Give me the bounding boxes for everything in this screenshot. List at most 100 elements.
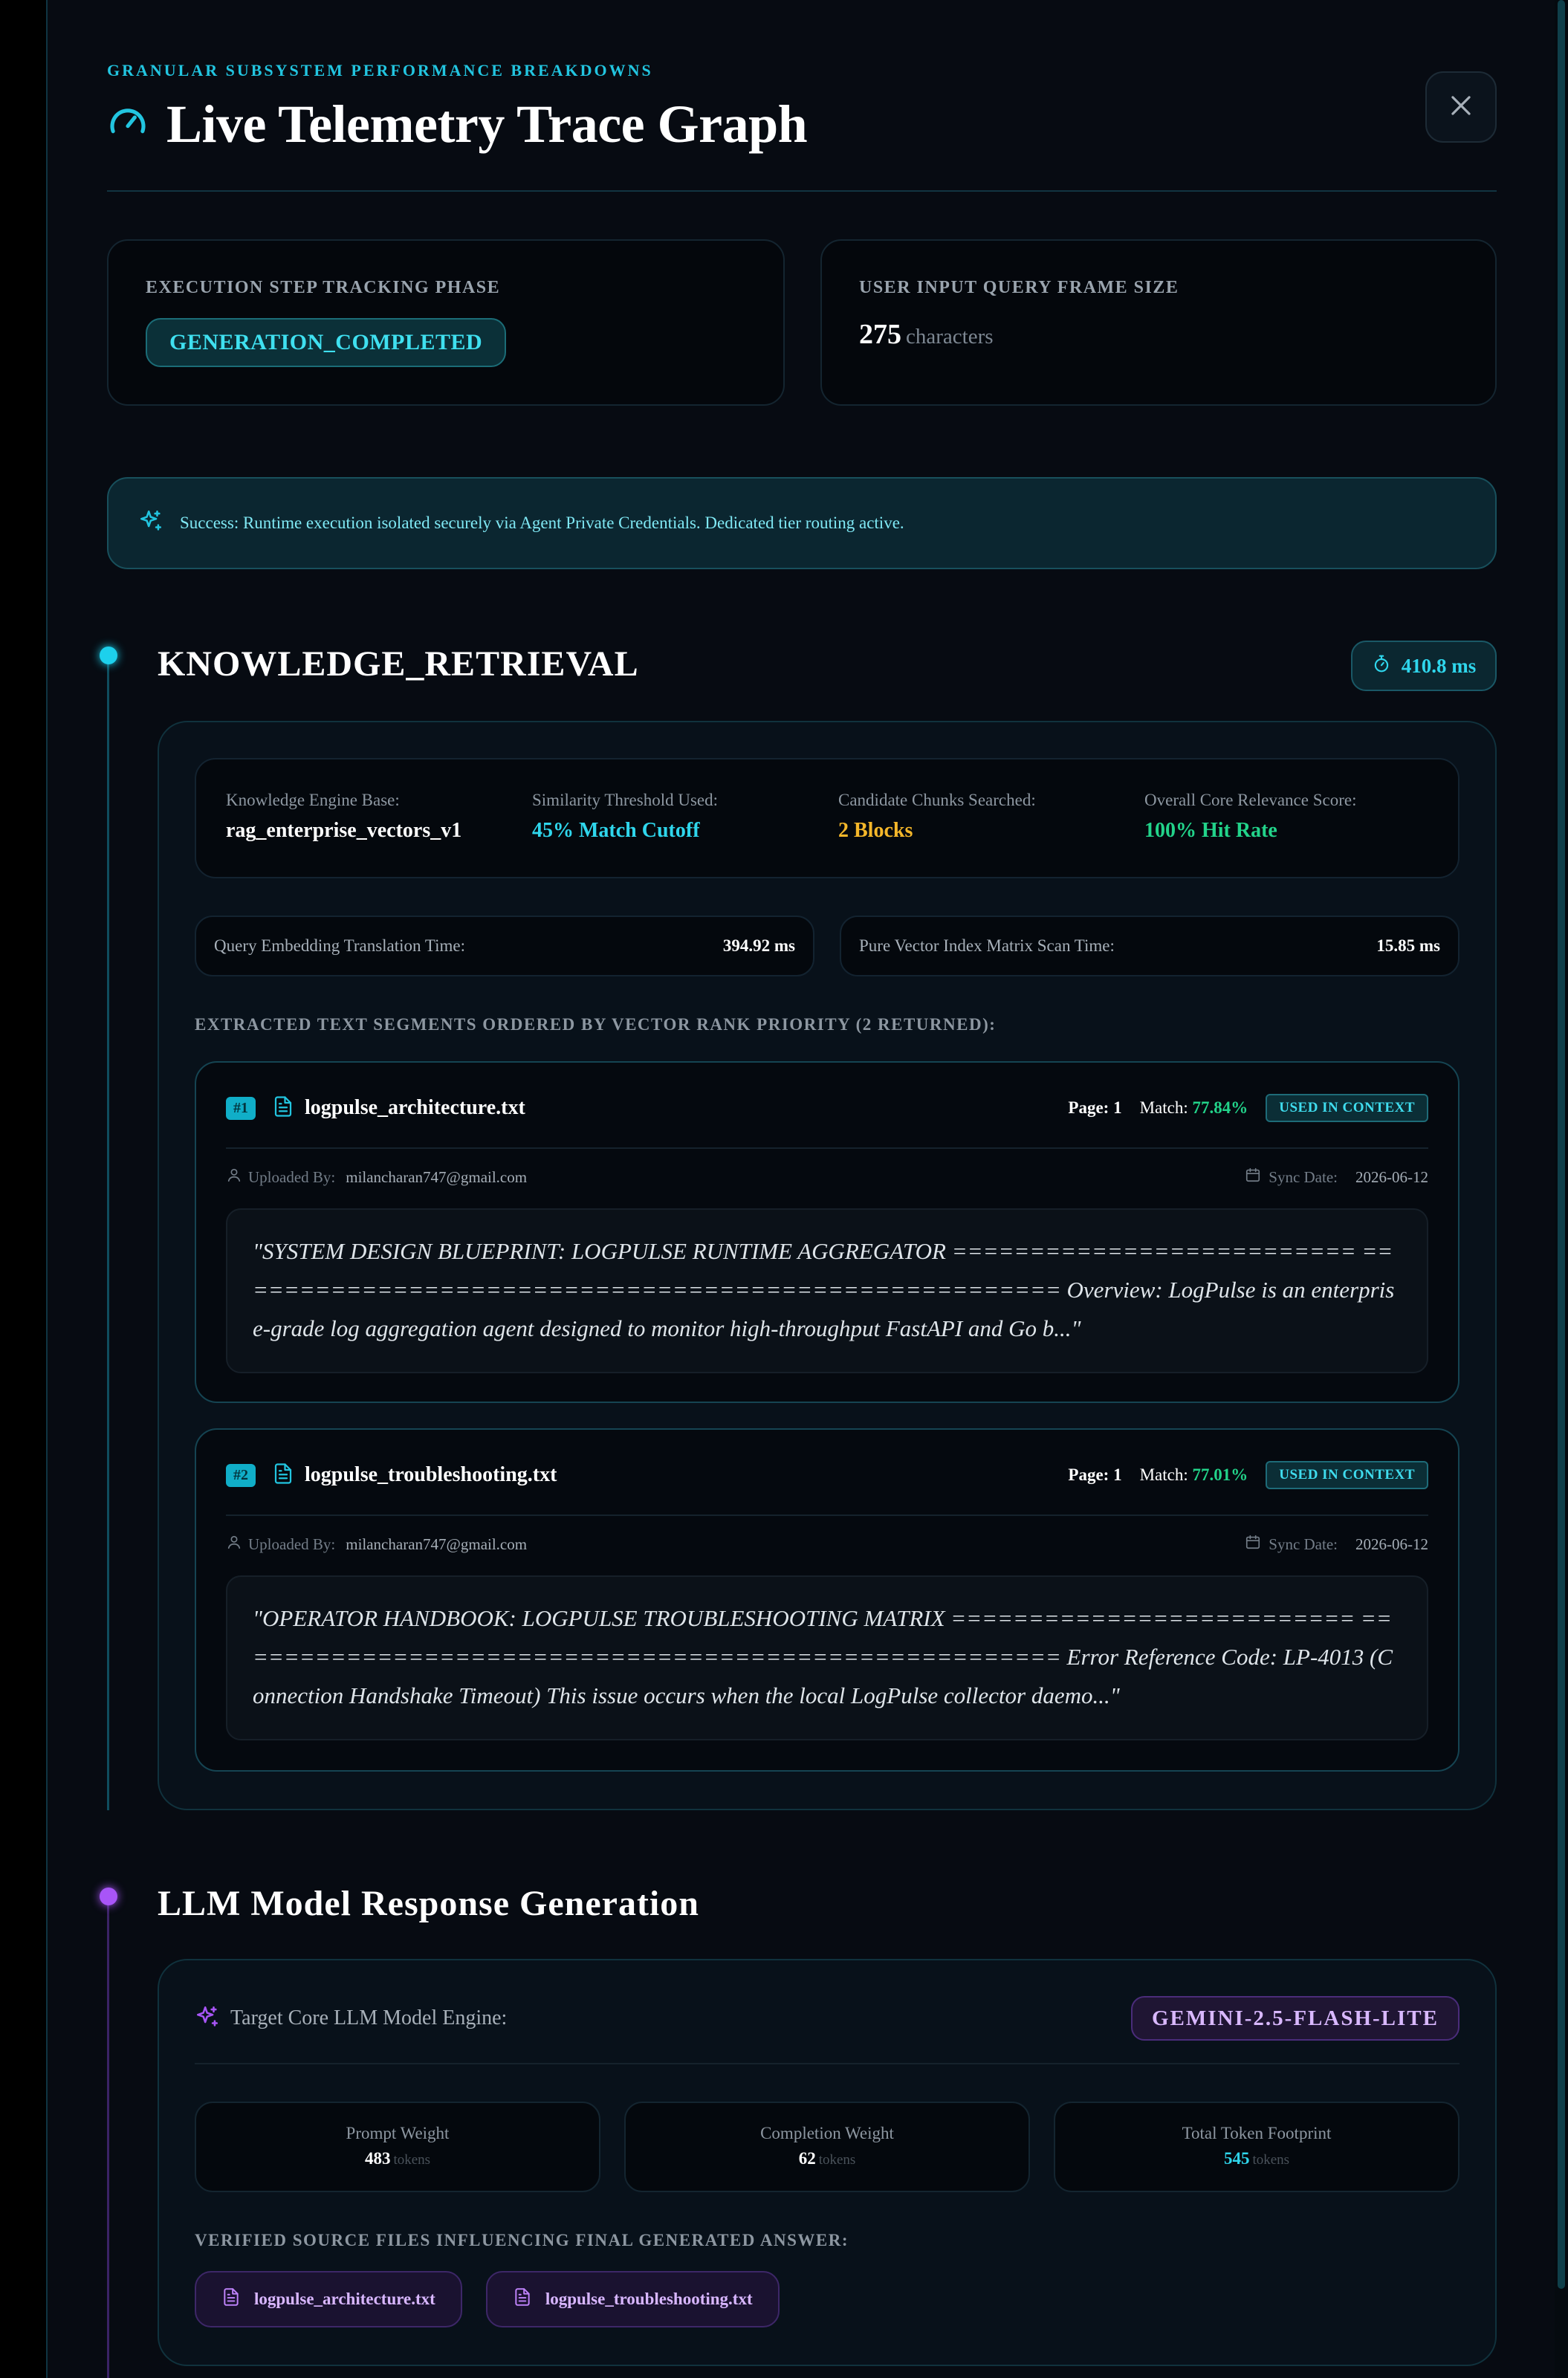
metric-candidate-chunks: Candidate Chunks Searched: 2 Blocks <box>838 791 1036 843</box>
user-icon <box>226 1534 242 1555</box>
chunk-stats: Page: 1 Match: 77.01% USED IN CONTEXT <box>1068 1461 1428 1489</box>
chunk-page: Page: 1 <box>1068 1465 1121 1485</box>
user-icon <box>226 1167 242 1188</box>
sparkles-icon <box>195 2004 220 2033</box>
scrollbar-thumb[interactable] <box>1558 0 1565 2289</box>
query-size-card: USER INPUT QUERY FRAME SIZE 275 character… <box>820 239 1497 406</box>
generation-section-title: LLM Model Response Generation <box>158 1884 699 1923</box>
token-card-total: Total Token Footprint 545 tokens <box>1054 2102 1460 2192</box>
metric-relevance-score: Overall Core Relevance Score: 100% Hit R… <box>1144 791 1356 843</box>
retrieval-duration: 410.8 ms <box>1401 654 1477 677</box>
rank-badge: #1 <box>226 1096 256 1120</box>
calendar-icon <box>1245 1534 1261 1555</box>
retrieval-duration-badge: 410.8 ms <box>1351 641 1497 691</box>
file-text-icon <box>221 2287 241 2311</box>
close-button[interactable] <box>1425 71 1497 143</box>
token-value-row: 483 tokens <box>196 2149 599 2168</box>
page-label: Page: <box>1068 1098 1109 1117</box>
sync-date-value: 2026-06-12 <box>1355 1167 1428 1186</box>
phase-label: EXECUTION STEP TRACKING PHASE <box>146 278 501 297</box>
scan-time-card: Pure Vector Index Matrix Scan Time: 15.8… <box>840 916 1460 976</box>
engine-row: Target Core LLM Model Engine: GEMINI-2.5… <box>195 1996 1460 2041</box>
match-value: 77.84% <box>1192 1098 1248 1117</box>
timeline-line-generation <box>107 1896 109 2378</box>
metric-label: Candidate Chunks Searched: <box>838 791 1036 809</box>
retrieval-section-title: KNOWLEDGE_RETRIEVAL <box>158 644 639 684</box>
chunk-meta: Uploaded By: milancharan747@gmail.com Sy… <box>226 1164 1428 1190</box>
token-label: Completion Weight <box>760 2124 894 2142</box>
sync-date-value: 2026-06-12 <box>1355 1535 1428 1553</box>
query-size-unit: characters <box>906 325 994 349</box>
query-size-label: USER INPUT QUERY FRAME SIZE <box>859 278 1179 297</box>
uploaded-by-value: milancharan747@gmail.com <box>346 1167 528 1186</box>
timeline-node-generation <box>100 1888 117 1905</box>
chunk-stats: Page: 1 Match: 77.84% USED IN CONTEXT <box>1068 1094 1428 1122</box>
chunk-header: #2 logpulse_troubleshooting.txt Page: 1 … <box>226 1458 1428 1492</box>
chunk-divider <box>226 1147 1428 1149</box>
token-label: Prompt Weight <box>346 2124 450 2142</box>
engine-label: Target Core LLM Model Engine: <box>230 2006 508 2029</box>
metric-engine-base: Knowledge Engine Base: rag_enterprise_ve… <box>226 791 461 843</box>
token-unit: tokens <box>393 2152 431 2168</box>
chunk-file-name[interactable]: logpulse_troubleshooting.txt <box>305 1463 557 1487</box>
metric-label: Knowledge Engine Base: <box>226 791 400 809</box>
phase-status-badge: GENERATION_COMPLETED <box>146 318 507 367</box>
source-file-name: logpulse_troubleshooting.txt <box>545 2290 753 2308</box>
segments-heading: EXTRACTED TEXT SEGMENTS ORDERED BY VECTO… <box>195 1015 997 1034</box>
token-card-prompt: Prompt Weight 483 tokens <box>195 2102 600 2192</box>
chunk-meta: Uploaded By: milancharan747@gmail.com Sy… <box>226 1531 1428 1558</box>
token-card-completion: Completion Weight 62 tokens <box>624 2102 1030 2192</box>
chunk-page: Page: 1 <box>1068 1098 1121 1118</box>
sync-date: Sync Date: 2026-06-12 <box>1245 1167 1428 1188</box>
success-banner-text: Success: Runtime execution isolated secu… <box>180 513 904 532</box>
embedding-time-value: 394.92 ms <box>722 936 795 955</box>
calendar-icon <box>1245 1167 1261 1188</box>
source-file-chip[interactable]: logpulse_architecture.txt <box>195 2271 462 2327</box>
source-files-row: logpulse_architecture.txt logpulse_troub… <box>195 2271 780 2327</box>
uploaded-by-label: Uploaded By: <box>248 1535 336 1553</box>
header-divider <box>107 190 1497 192</box>
match-value: 77.01% <box>1192 1465 1248 1484</box>
retrieval-metrics-panel: Knowledge Engine Base: rag_enterprise_ve… <box>195 758 1460 878</box>
file-text-icon <box>272 1095 294 1121</box>
source-file-name: logpulse_architecture.txt <box>254 2290 435 2308</box>
used-in-context-badge: USED IN CONTEXT <box>1266 1461 1428 1489</box>
scrollbar[interactable] <box>1555 0 1568 2378</box>
chunk-divider <box>226 1514 1428 1516</box>
chunk-match: Match: 77.84% <box>1140 1098 1248 1118</box>
token-value: 483 <box>364 2149 391 2168</box>
chunk-card: #1 logpulse_architecture.txt Page: 1 Mat… <box>195 1061 1460 1403</box>
scan-time-label: Pure Vector Index Matrix Scan Time: <box>859 936 1115 955</box>
chunk-file-name[interactable]: logpulse_architecture.txt <box>305 1096 525 1120</box>
embedding-time-card: Query Embedding Translation Time: 394.92… <box>195 916 814 976</box>
sync-date-label: Sync Date: <box>1269 1535 1338 1553</box>
token-value-row: 545 tokens <box>1055 2149 1458 2168</box>
timeline-line-retrieval <box>107 657 109 1810</box>
header-title-row: Live Telemetry Trace Graph <box>107 94 808 155</box>
file-text-icon <box>513 2287 532 2311</box>
sync-date: Sync Date: 2026-06-12 <box>1245 1534 1428 1555</box>
model-badge: GEMINI-2.5-FLASH-LITE <box>1130 1996 1460 2041</box>
scan-time-value: 15.85 ms <box>1376 936 1440 955</box>
metric-value: rag_enterprise_vectors_v1 <box>226 819 462 842</box>
page-value: 1 <box>1113 1098 1122 1117</box>
metric-value: 2 Blocks <box>838 819 913 842</box>
chunk-card: #2 logpulse_troubleshooting.txt Page: 1 … <box>195 1428 1460 1772</box>
chunk-match: Match: 77.01% <box>1140 1465 1248 1485</box>
chunk-excerpt: "SYSTEM DESIGN BLUEPRINT: LOGPULSE RUNTI… <box>226 1208 1428 1373</box>
phase-card: EXECUTION STEP TRACKING PHASE GENERATION… <box>107 239 785 406</box>
token-value-row: 62 tokens <box>626 2149 1028 2168</box>
close-icon <box>1447 91 1475 123</box>
metric-value: 100% Hit Rate <box>1144 819 1277 842</box>
header-eyebrow: GRANULAR SUBSYSTEM PERFORMANCE BREAKDOWN… <box>107 61 653 80</box>
token-value: 545 <box>1223 2149 1250 2168</box>
metric-label: Similarity Threshold Used: <box>532 791 719 809</box>
sync-date-label: Sync Date: <box>1269 1167 1338 1186</box>
match-label: Match: <box>1139 1098 1188 1117</box>
token-unit: tokens <box>1252 2152 1290 2168</box>
embedding-time-label: Query Embedding Translation Time: <box>214 936 465 955</box>
metric-label: Overall Core Relevance Score: <box>1144 791 1357 809</box>
query-size-value-row: 275 characters <box>859 318 994 351</box>
match-label: Match: <box>1139 1465 1188 1484</box>
source-file-chip[interactable]: logpulse_troubleshooting.txt <box>485 2271 780 2327</box>
